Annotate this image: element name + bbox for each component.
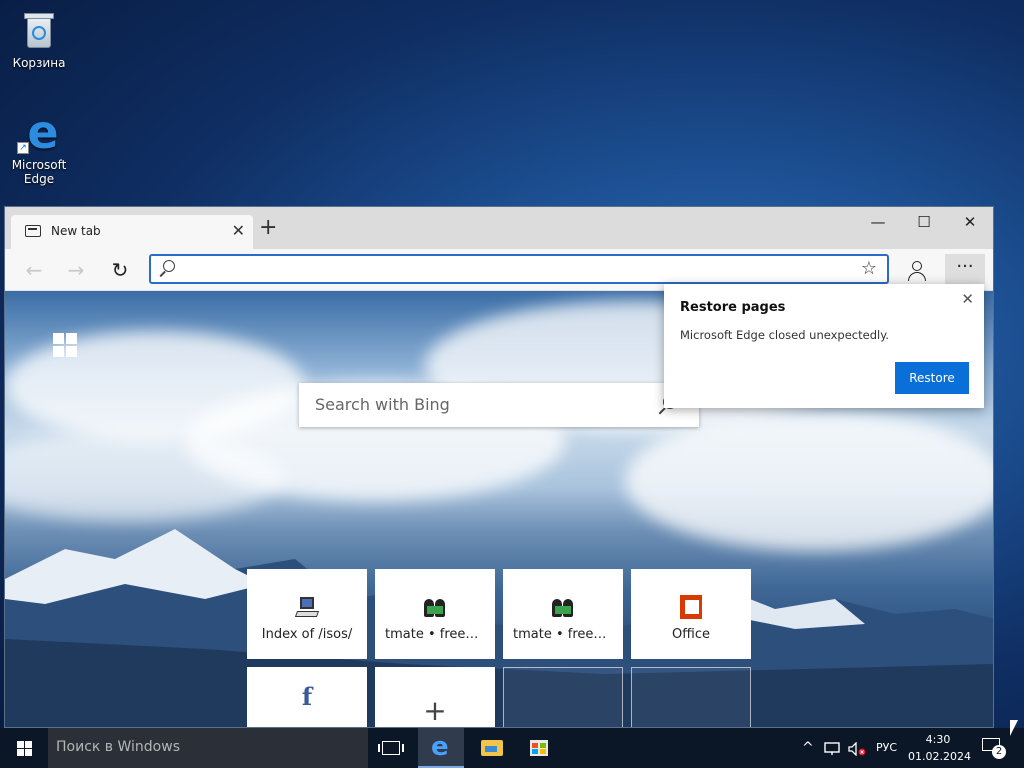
- clock[interactable]: 4:30 01.02.2024: [908, 731, 971, 765]
- taskbar: e ^ РУС 4:30 01.02.2024 2: [0, 728, 1024, 768]
- minimize-button[interactable]: —: [855, 207, 901, 237]
- tile-label: Office: [672, 627, 710, 642]
- taskbar-explorer-button[interactable]: [468, 728, 514, 768]
- start-button[interactable]: [0, 728, 48, 768]
- input-language-indicator[interactable]: РУС: [876, 728, 897, 768]
- restore-pages-dialog: Restore pages Microsoft Edge closed unex…: [664, 284, 984, 408]
- network-icon[interactable]: [824, 728, 840, 768]
- top-site-tile[interactable]: Index of /isos/: [247, 569, 367, 659]
- clock-date: 01.02.2024: [908, 750, 971, 763]
- recycle-bin-shortcut[interactable]: Корзина: [4, 8, 74, 70]
- tab-close-icon[interactable]: ✕: [232, 221, 245, 240]
- edge-icon: e ↗: [17, 109, 61, 155]
- settings-more-button[interactable]: ···: [945, 254, 985, 284]
- task-view-button[interactable]: [368, 728, 414, 768]
- empty-tile[interactable]: [631, 667, 751, 727]
- refresh-button[interactable]: ↻: [107, 257, 133, 283]
- clock-time: 4:30: [925, 733, 951, 746]
- windows-logo-icon: [53, 333, 77, 357]
- bing-search-input[interactable]: [315, 395, 645, 414]
- edge-shortcut[interactable]: e ↗ Microsoft Edge: [4, 109, 74, 186]
- mouse-cursor: [1010, 720, 1018, 736]
- people-icon: [552, 597, 574, 619]
- taskbar-search[interactable]: [48, 728, 368, 768]
- folder-icon: [481, 740, 503, 756]
- monitor-icon: [294, 597, 320, 619]
- edge-shortcut-label: Microsoft Edge: [11, 158, 67, 186]
- top-site-tile[interactable]: tmate • freevm…: [375, 569, 495, 659]
- new-tab-button[interactable]: +: [259, 217, 277, 239]
- tile-label: tmate • freevm…: [385, 627, 495, 642]
- restore-button[interactable]: Restore: [895, 362, 969, 394]
- recycle-bin-icon: [17, 8, 61, 52]
- forward-button[interactable]: →: [63, 257, 89, 283]
- top-site-tile[interactable]: tmate • freevm…: [503, 569, 623, 659]
- shortcut-arrow-icon: ↗: [17, 142, 29, 154]
- tab-title: New tab: [51, 224, 101, 238]
- volume-muted-icon[interactable]: [848, 728, 866, 768]
- taskbar-store-button[interactable]: [516, 728, 562, 768]
- dialog-title: Restore pages: [680, 300, 786, 315]
- action-center-button[interactable]: 2: [982, 736, 1006, 759]
- search-icon: [163, 260, 175, 272]
- favorite-star-icon[interactable]: ☆: [861, 258, 877, 279]
- newtab-page-icon: [25, 225, 41, 237]
- bing-search-box[interactable]: [299, 383, 699, 427]
- tile-label: Index of /isos/: [261, 627, 353, 642]
- show-hidden-icons-button[interactable]: ^: [802, 728, 814, 768]
- edge-icon: e: [431, 732, 449, 762]
- back-button[interactable]: ←: [21, 257, 47, 283]
- profile-icon[interactable]: [905, 258, 929, 282]
- top-site-tile[interactable]: f: [247, 667, 367, 727]
- store-icon: [530, 740, 548, 756]
- task-view-icon: [378, 741, 404, 755]
- empty-tile[interactable]: [503, 667, 623, 727]
- taskbar-search-input[interactable]: [56, 739, 356, 755]
- top-site-tile[interactable]: Office: [631, 569, 751, 659]
- tile-label: tmate • freevm…: [513, 627, 623, 642]
- plus-icon: +: [423, 694, 447, 727]
- add-site-tile[interactable]: +: [375, 667, 495, 727]
- taskbar-edge-button[interactable]: e: [418, 728, 464, 768]
- tab-new-tab[interactable]: New tab ✕: [11, 215, 253, 249]
- office-icon: [680, 595, 702, 619]
- maximize-button[interactable]: ☐: [901, 207, 947, 237]
- close-window-button[interactable]: ✕: [947, 207, 993, 237]
- facebook-icon: f: [301, 682, 313, 711]
- notification-count-badge: 2: [992, 745, 1006, 759]
- mountain-range-image: [5, 529, 993, 727]
- address-bar[interactable]: ☆: [149, 254, 889, 284]
- tab-strip: New tab ✕ + — ☐ ✕: [5, 207, 993, 249]
- dialog-message: Microsoft Edge closed unexpectedly.: [680, 328, 890, 342]
- recycle-bin-label: Корзина: [12, 56, 66, 70]
- close-icon[interactable]: ✕: [961, 290, 974, 308]
- people-icon: [424, 597, 446, 619]
